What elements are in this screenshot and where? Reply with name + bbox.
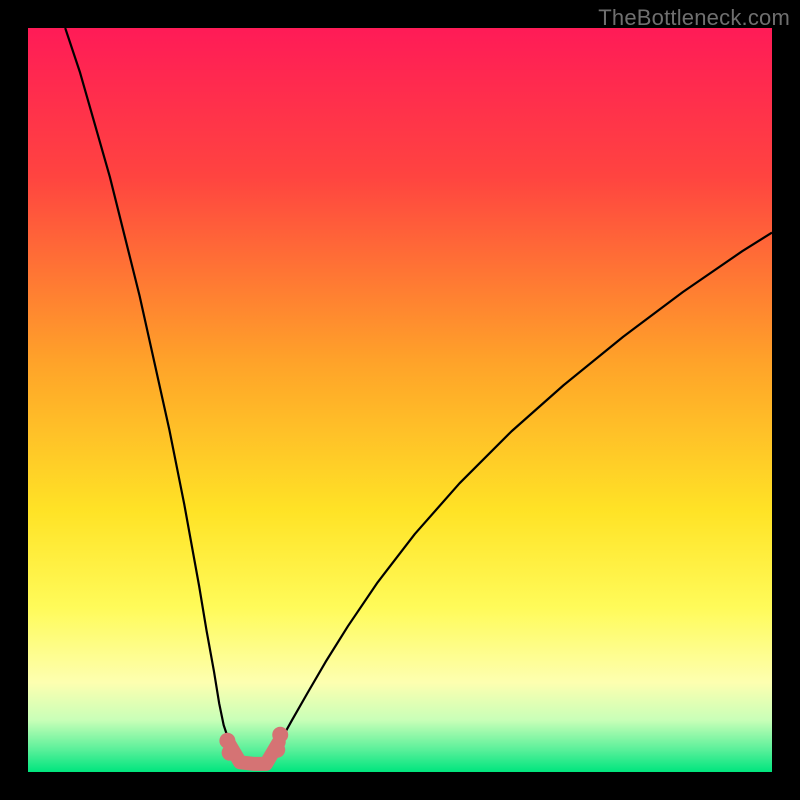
- watermark-text: TheBottleneck.com: [598, 5, 790, 31]
- floor-dot-1: [222, 745, 238, 761]
- chart-background: [28, 28, 772, 772]
- floor-dot-2: [269, 742, 285, 758]
- floor-dot-3: [272, 727, 288, 743]
- chart-frame: [28, 28, 772, 772]
- chart-canvas: [28, 28, 772, 772]
